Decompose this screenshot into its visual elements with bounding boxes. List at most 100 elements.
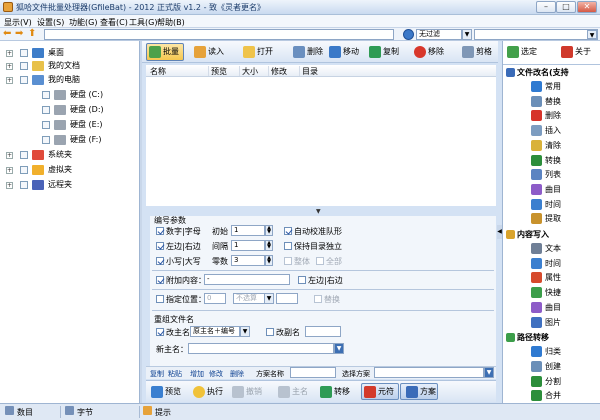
expand-icon[interactable]: + (6, 77, 13, 84)
folder-icon (54, 90, 66, 100)
menu-function[interactable]: 功能(G) (69, 17, 97, 28)
save-icon (406, 386, 418, 398)
left-splitter[interactable] (140, 41, 142, 403)
panel-section-title[interactable]: 文件改名(支持 (517, 67, 569, 78)
new-name-input[interactable] (188, 343, 334, 354)
forward-arrow-icon[interactable]: ➡ (15, 29, 25, 39)
menu-tools[interactable]: 工具(G) (129, 17, 157, 28)
expand-icon[interactable]: + (6, 50, 13, 57)
position-checkbox[interactable] (156, 295, 164, 303)
left-right-2-checkbox[interactable] (298, 276, 306, 284)
filter-pattern-select[interactable]: ▼ (474, 29, 598, 40)
format-delete-link[interactable]: 删除 (230, 369, 244, 379)
list-splitter[interactable]: ▼ (146, 208, 496, 216)
tree-checkbox[interactable] (42, 121, 50, 129)
filter-select[interactable]: 无过滤 (416, 29, 462, 40)
back-arrow-icon[interactable]: ⬅ (3, 29, 13, 39)
scheme-name-input[interactable] (290, 367, 336, 378)
interval-input[interactable]: 1 (231, 240, 265, 251)
function-icon (531, 213, 542, 225)
start-input[interactable]: 1 (231, 225, 265, 236)
function-icon (531, 287, 542, 299)
column-preview[interactable]: 预览 (208, 66, 238, 76)
filter-dropdown-icon[interactable]: ▼ (462, 29, 472, 40)
auto-fill-checkbox[interactable] (284, 227, 292, 235)
chevron-down-icon[interactable]: ▼ (334, 343, 344, 354)
folder-icon (32, 75, 44, 85)
column-size[interactable]: 大小 (239, 66, 269, 76)
scheme-select[interactable] (374, 367, 484, 378)
position-extra-input[interactable] (276, 293, 298, 304)
up-arrow-icon[interactable]: ⬆ (28, 29, 38, 39)
format-edit-link[interactable]: 修改 (209, 369, 223, 379)
batch-icon (149, 46, 161, 58)
expand-icon[interactable]: + (6, 167, 13, 174)
function-icon (531, 81, 542, 92)
tree-checkbox[interactable] (42, 136, 50, 144)
position-input[interactable]: 0 (204, 293, 226, 304)
ext-checkbox[interactable] (266, 328, 274, 336)
panel-section-title[interactable]: 路径转移 (517, 332, 549, 343)
digit-letter-label: 数字|字母 (166, 227, 201, 236)
undo-icon (232, 386, 244, 398)
append-checkbox[interactable] (156, 276, 164, 284)
tree-checkbox[interactable] (20, 166, 28, 174)
column-name[interactable]: 名称 (148, 66, 203, 76)
zero-spinner[interactable]: ▲ ▼ (265, 255, 273, 266)
menu-view[interactable]: 显示(V) (4, 17, 32, 28)
case-checkbox[interactable] (156, 257, 164, 265)
close-button[interactable]: ✕ (577, 1, 597, 13)
main-name-checkbox[interactable] (156, 328, 164, 336)
ext-input[interactable] (305, 326, 341, 337)
tree-checkbox[interactable] (20, 62, 28, 70)
ext-label: 改副名 (276, 328, 300, 337)
panel-item-label: 常用 (545, 82, 561, 91)
whole-checkbox[interactable] (284, 257, 292, 265)
column-directory[interactable]: 目录 (299, 66, 494, 76)
format-copy-link[interactable]: 复制 (150, 369, 164, 379)
function-list: 文件改名(支持 常用 替换 删除 插入 清除 转换 列表 曲目 时间 提取 内容写入 文本 时间 属性 快捷曲… (505, 66, 599, 402)
maximize-button[interactable]: □ (556, 1, 576, 13)
digit-letter-checkbox[interactable] (156, 227, 164, 235)
tree-checkbox[interactable] (42, 91, 50, 99)
menu-check[interactable]: 查看(C) (100, 17, 128, 28)
start-spinner[interactable]: ▲ ▼ (265, 225, 273, 236)
tree-checkbox[interactable] (20, 151, 28, 159)
expand-icon[interactable]: + (6, 182, 13, 189)
chevron-down-icon[interactable]: ▼ (484, 367, 494, 378)
tree-checkbox[interactable] (42, 106, 50, 114)
panel-section-title[interactable]: 内容写入 (517, 229, 549, 240)
all-checkbox[interactable] (316, 257, 324, 265)
folder-icon (32, 48, 44, 58)
left-right-label: 左边|右边 (166, 242, 201, 251)
format-paste-link[interactable]: 粘贴 (168, 369, 182, 379)
tree-checkbox[interactable] (20, 49, 28, 57)
tree-checkbox[interactable] (20, 181, 28, 189)
zero-input[interactable]: 3 (231, 255, 265, 266)
column-modified[interactable]: 修改 (268, 66, 298, 76)
main-name-select[interactable]: 原主名＋编号 (190, 326, 240, 337)
position-select[interactable]: 不选算 (233, 293, 265, 304)
whole-label: 整体 (294, 257, 310, 266)
file-list[interactable] (146, 77, 496, 206)
globe-icon (403, 29, 414, 40)
expand-icon[interactable]: + (6, 152, 13, 159)
left-right-checkbox[interactable] (156, 242, 164, 250)
expand-icon[interactable]: + (6, 63, 13, 70)
format-add-link[interactable]: 增加 (190, 369, 204, 379)
function-icon (531, 139, 542, 151)
replace-checkbox[interactable] (314, 295, 322, 303)
chevron-down-icon[interactable]: ▼ (264, 293, 274, 304)
tree-checkbox[interactable] (20, 76, 28, 84)
menu-settings[interactable]: 设置(S) (37, 17, 64, 28)
path-input[interactable] (44, 29, 394, 40)
collapse-arrow-icon[interactable]: ▼ (316, 209, 324, 215)
menu-help[interactable]: 帮助(B) (157, 17, 185, 28)
append-input[interactable]: - (204, 274, 290, 285)
minimize-button[interactable]: – (536, 1, 556, 13)
keep-dir-checkbox[interactable] (284, 242, 292, 250)
chevron-down-icon[interactable]: ▼ (587, 30, 597, 39)
chevron-down-icon[interactable]: ▼ (240, 326, 250, 337)
address-bar: ⬅ ➡ ⬆ 无过滤 ▼ ▼ (0, 28, 600, 41)
interval-spinner[interactable]: ▲ ▼ (265, 240, 273, 251)
